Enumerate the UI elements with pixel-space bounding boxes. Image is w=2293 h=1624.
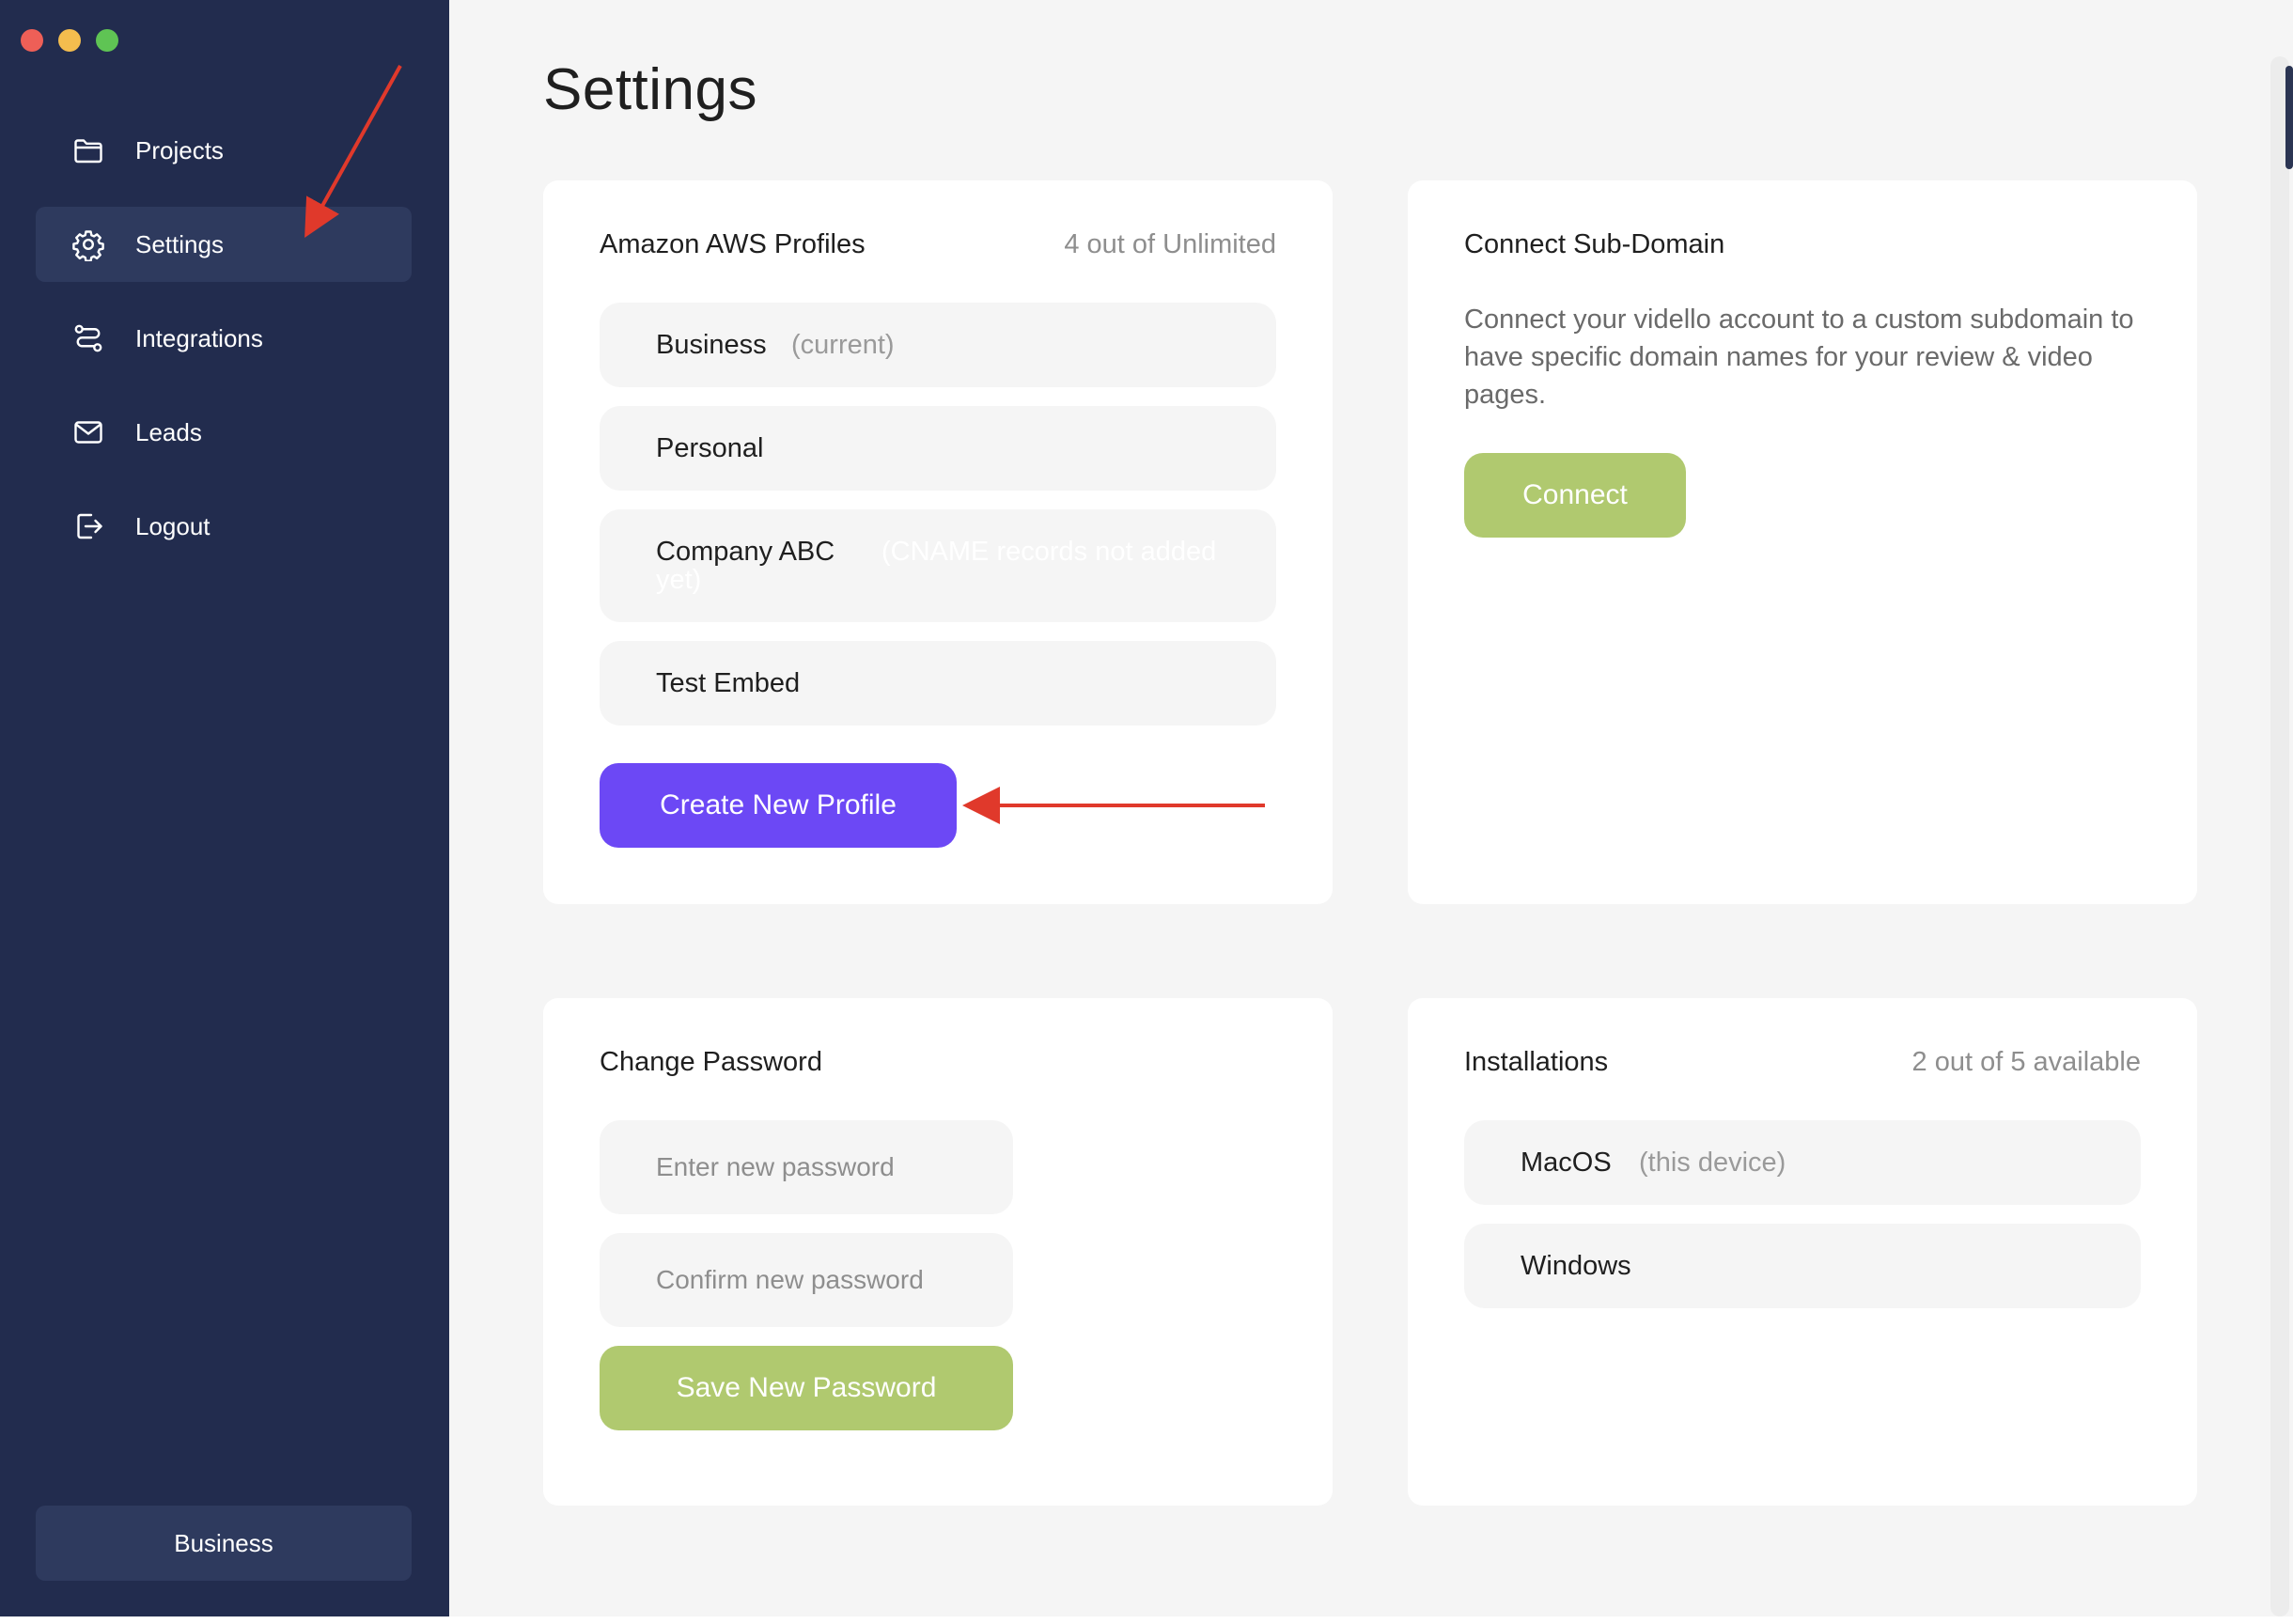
profile-count: 4 out of Unlimited (1064, 229, 1276, 259)
profile-tag: (CNAME records not added yet) (656, 537, 1217, 595)
card-title: Amazon AWS Profiles (600, 229, 866, 259)
sidebar-item-label: Integrations (135, 324, 263, 352)
mail-icon (71, 415, 105, 449)
connect-subdomain-card: Connect Sub-Domain Connect your vidello … (1408, 180, 2197, 904)
page-title: Settings (543, 57, 758, 122)
change-password-card: Change Password Save New Password (543, 998, 1333, 1506)
profile-name: Business (656, 330, 767, 360)
profile-tag: (current) (791, 330, 895, 360)
profile-name: Personal (656, 433, 764, 463)
installation-count: 2 out of 5 available (1911, 1047, 2141, 1077)
window-close-button[interactable] (21, 29, 43, 52)
aws-profiles-card: Amazon AWS Profiles 4 out of Unlimited B… (543, 180, 1333, 904)
route-icon (71, 321, 105, 355)
confirm-password-field[interactable] (600, 1233, 1013, 1327)
card-title: Change Password (600, 1047, 822, 1077)
installation-name: Windows (1521, 1251, 1631, 1281)
scrollbar-thumb[interactable] (2285, 66, 2293, 169)
app-window: Projects Settings Integrations Leads Log… (0, 0, 2293, 1616)
profile-row-business[interactable]: Business (current) (600, 303, 1276, 387)
folder-icon (71, 133, 105, 167)
sidebar: Projects Settings Integrations Leads Log… (0, 0, 449, 1616)
current-profile-button[interactable]: Business (36, 1506, 412, 1581)
profile-row-company-abc[interactable]: Company ABC (CNAME records not added yet… (600, 509, 1276, 622)
installation-row-windows[interactable]: Windows (1464, 1224, 2141, 1308)
window-zoom-button[interactable] (96, 29, 118, 52)
new-password-field[interactable] (600, 1120, 1013, 1214)
gear-icon (71, 227, 105, 261)
profile-row-personal[interactable]: Personal (600, 406, 1276, 491)
window-minimize-button[interactable] (58, 29, 81, 52)
sidebar-item-label: Projects (135, 136, 224, 164)
create-new-profile-button[interactable]: Create New Profile (600, 763, 957, 848)
sidebar-item-integrations[interactable]: Integrations (36, 301, 412, 376)
sidebar-item-label: Leads (135, 418, 202, 446)
sidebar-item-leads[interactable]: Leads (36, 395, 412, 470)
save-new-password-button[interactable]: Save New Password (600, 1346, 1013, 1430)
sidebar-item-label: Logout (135, 512, 211, 540)
card-title: Connect Sub-Domain (1464, 229, 1725, 259)
sidebar-item-settings[interactable]: Settings (36, 207, 412, 282)
installation-name: MacOS (1521, 1148, 1612, 1178)
subdomain-description: Connect your vidello account to a custom… (1464, 304, 2134, 410)
scrollbar-track[interactable] (2270, 56, 2289, 1616)
installations-card: Installations 2 out of 5 available MacOS… (1408, 998, 2197, 1506)
logout-icon (71, 509, 105, 543)
sidebar-item-projects[interactable]: Projects (36, 113, 412, 188)
connect-button[interactable]: Connect (1464, 453, 1686, 538)
sidebar-item-logout[interactable]: Logout (36, 489, 412, 564)
card-title: Installations (1464, 1047, 1609, 1077)
profile-row-test-embed[interactable]: Test Embed (600, 641, 1276, 726)
sidebar-item-label: Settings (135, 230, 224, 258)
profile-name: Test Embed (656, 668, 801, 698)
installation-row-macos[interactable]: MacOS (this device) (1464, 1120, 2141, 1205)
installation-tag: (this device) (1639, 1148, 1786, 1178)
